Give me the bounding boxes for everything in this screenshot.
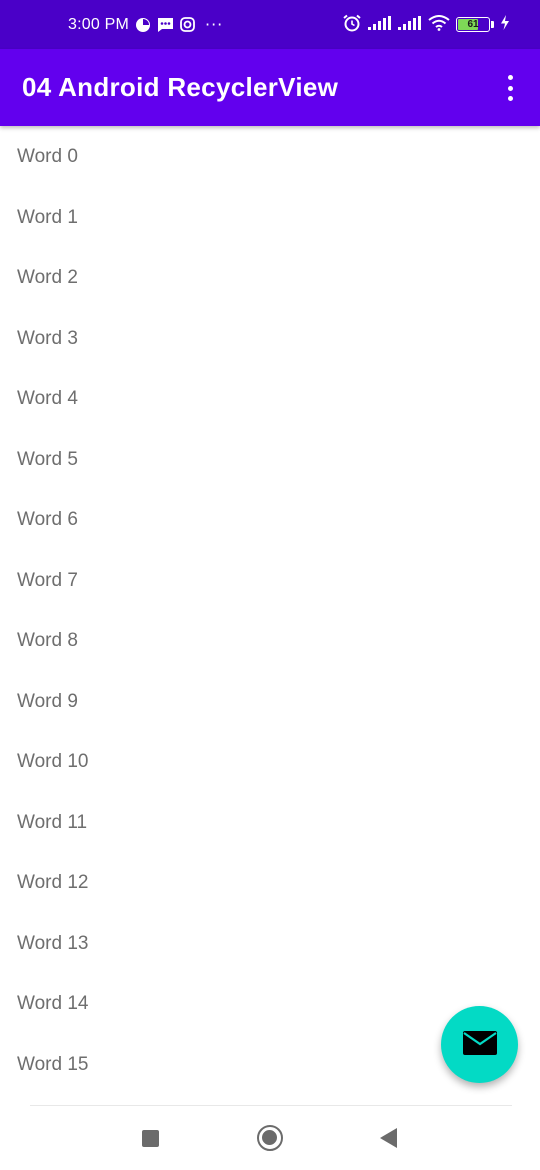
navigation-bar	[0, 1106, 540, 1170]
list-item[interactable]: Word 7	[0, 551, 540, 612]
list-item[interactable]: Word 9	[0, 672, 540, 733]
alarm-icon	[342, 14, 362, 36]
list-item[interactable]: Word 11	[0, 793, 540, 854]
signal-icon	[398, 15, 422, 34]
recents-icon[interactable]	[142, 1130, 159, 1147]
list-item[interactable]: Word 4	[0, 369, 540, 430]
overflow-menu-icon[interactable]	[500, 73, 520, 103]
list-item[interactable]: Word 0	[0, 127, 540, 188]
instagram-icon	[180, 17, 195, 32]
back-icon[interactable]	[380, 1128, 397, 1148]
email-icon	[462, 1030, 497, 1059]
list-item[interactable]: Word 13	[0, 914, 540, 975]
list-item[interactable]: Word 8	[0, 611, 540, 672]
app-bar: 04 Android RecyclerView	[0, 49, 540, 126]
list-item[interactable]: Word 3	[0, 309, 540, 370]
page-title: 04 Android RecyclerView	[22, 72, 339, 102]
list-item[interactable]: Word 2	[0, 248, 540, 309]
list-item[interactable]: Word 5	[0, 430, 540, 491]
battery-icon: 61	[456, 17, 494, 32]
list-item[interactable]: Word 6	[0, 490, 540, 551]
home-icon[interactable]	[257, 1125, 283, 1151]
data-saver-icon	[135, 17, 151, 33]
list-item[interactable]: Word 10	[0, 732, 540, 793]
more-notifications: ···	[205, 15, 224, 34]
status-time: 3:00 PM	[68, 15, 129, 33]
battery-level: 61	[467, 19, 479, 30]
list-item[interactable]: Word 12	[0, 853, 540, 914]
list-item[interactable]: Word 1	[0, 188, 540, 249]
wifi-icon	[428, 14, 450, 35]
signal-icon	[368, 15, 392, 34]
word-list[interactable]: Word 0 Word 1 Word 2 Word 3 Word 4 Word 5 Word…	[0, 127, 540, 1105]
message-icon	[157, 17, 174, 33]
status-bar: 3:00 PM ··· 61	[0, 0, 540, 49]
email-fab-button[interactable]	[441, 1006, 518, 1083]
charging-icon	[500, 15, 510, 34]
